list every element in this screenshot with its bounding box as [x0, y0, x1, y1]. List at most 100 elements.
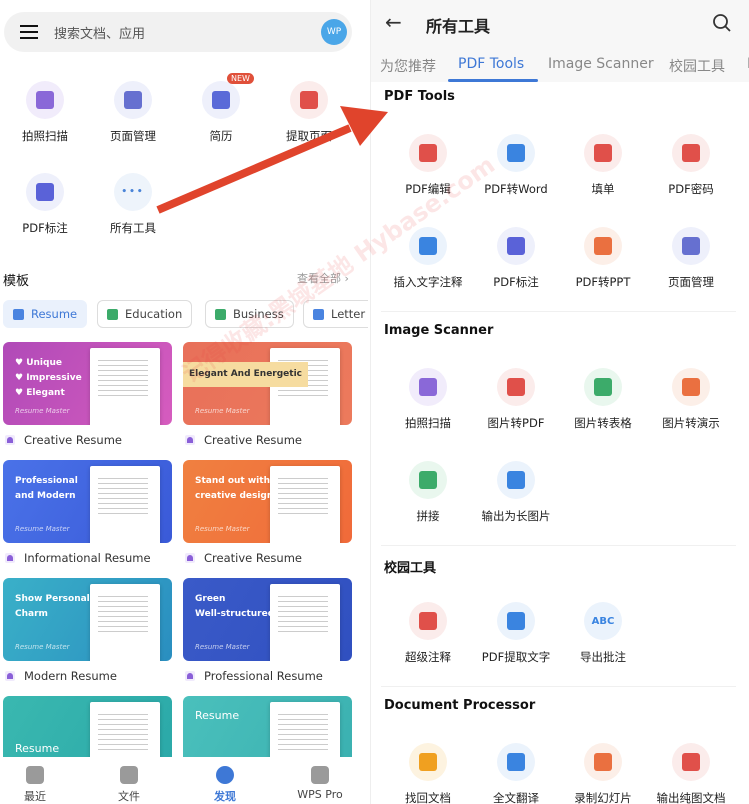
- template-title-text: Creative Resume: [204, 551, 302, 565]
- template-card[interactable]: Elegant And Energetic Resume Master: [183, 342, 352, 425]
- chip-resume[interactable]: Resume: [3, 300, 88, 328]
- pdf-edit-icon: [409, 134, 447, 172]
- tool-pdf-edit[interactable]: PDF编辑: [384, 134, 472, 197]
- chip-label: Letter: [331, 307, 366, 321]
- resume-icon: [202, 81, 240, 119]
- tool-image-to-pdf[interactable]: 图片转PDF: [472, 368, 560, 431]
- template-title[interactable]: Professional Resume: [185, 669, 323, 683]
- extract-page-icon: [290, 81, 328, 119]
- search-bar[interactable]: 搜索文档、应用 WP: [4, 12, 352, 52]
- tool-image-to-ppt[interactable]: 图片转演示: [647, 368, 735, 431]
- person-icon: [185, 435, 195, 445]
- template-card[interactable]: ♥ Unique ♥ Impressive ♥ Elegant Resume Ma…: [3, 342, 172, 425]
- tab-1[interactable]: PDF Tools: [458, 56, 524, 72]
- tool-pdf-annotate[interactable]: PDF标注: [1, 173, 89, 236]
- template-card[interactable]: Green Well-structured Resume Master: [183, 578, 352, 661]
- template-title[interactable]: Creative Resume: [5, 433, 122, 447]
- card-brand: Resume Master: [195, 643, 250, 651]
- tab-3[interactable]: 校园工具: [669, 56, 725, 76]
- tool-scan[interactable]: 拍照扫描: [384, 368, 472, 431]
- nav-recent[interactable]: 最近: [0, 757, 70, 804]
- tool-fill-form[interactable]: 填单: [559, 134, 647, 197]
- tool-stitch[interactable]: 拼接: [384, 461, 472, 524]
- tool-extract-page[interactable]: 提取页面: [265, 81, 353, 144]
- page-manage-icon: [114, 81, 152, 119]
- card-headline: Resume: [195, 709, 240, 722]
- chip-label: Education: [125, 307, 183, 321]
- tool-scan[interactable]: 拍照扫描: [1, 81, 89, 144]
- pdf-to-ppt-icon: [584, 227, 622, 265]
- image-to-ppt-icon: [672, 368, 710, 406]
- tool-label: PDF转Word: [484, 182, 548, 196]
- translate-icon: [497, 743, 535, 781]
- tool-pdf-to-ppt[interactable]: PDF转PPT: [559, 227, 647, 290]
- tool-page-manage[interactable]: 页面管理: [89, 81, 177, 144]
- template-title[interactable]: Creative Resume: [185, 551, 302, 565]
- template-title[interactable]: Informational Resume: [5, 551, 151, 565]
- tool-label: 简历: [209, 129, 233, 143]
- template-card[interactable]: Show Personal Charm Resume Master: [3, 578, 172, 661]
- tool-label: 找回文档: [405, 791, 451, 804]
- card-headline: Stand out with creative design: [195, 476, 274, 501]
- tool-label: 导出批注: [580, 650, 626, 664]
- tool-label: PDF编辑: [405, 182, 451, 196]
- discover-screen: 搜索文档、应用 WP 拍照扫描 页面管理 NEW 简历 提取页面 PDF标注 ••• 所有工具…: [0, 0, 368, 804]
- tool-label: 拼接: [416, 509, 440, 523]
- pdf-annotate-icon: [26, 173, 64, 211]
- tool-pdf-extract-text[interactable]: PDF提取文字: [472, 602, 560, 665]
- card-brand: Resume Master: [15, 643, 70, 651]
- templates-title: 模板: [3, 274, 30, 289]
- section-title: PDF Tools: [384, 89, 455, 104]
- tool-label: 录制幻灯片: [574, 791, 632, 804]
- tool-image-doc[interactable]: 输出纯图文档: [647, 743, 735, 804]
- tool-label: PDF标注: [493, 275, 539, 289]
- tool-recover-doc[interactable]: 找回文档: [384, 743, 472, 804]
- nav-label: WPS Pro: [297, 788, 343, 801]
- tool-record-slides[interactable]: 录制幻灯片: [559, 743, 647, 804]
- back-arrow-icon[interactable]: ←: [385, 10, 402, 34]
- menu-icon[interactable]: [20, 25, 38, 39]
- search-input[interactable]: 搜索文档、应用: [54, 23, 145, 42]
- card-headline: Green Well-structured: [195, 594, 275, 619]
- page-title: 所有工具: [426, 17, 491, 36]
- tool-label: 全文翻译: [493, 791, 539, 804]
- chip-icon: [107, 308, 118, 320]
- tool-lock[interactable]: PDF密码: [647, 134, 735, 197]
- text-annotate-icon: [409, 227, 447, 265]
- template-card[interactable]: Stand out with creative design Resume Mas…: [183, 460, 352, 543]
- chip-education[interactable]: Education: [97, 300, 193, 328]
- page-manage-icon: [672, 227, 710, 265]
- avatar[interactable]: WP: [321, 19, 347, 45]
- tool-pdf-to-word[interactable]: PDF转Word: [472, 134, 560, 197]
- tool-translate[interactable]: 全文翻译: [472, 743, 560, 804]
- recent-icon: [26, 766, 44, 784]
- search-icon[interactable]: [712, 13, 732, 33]
- chip-letter[interactable]: Letter: [303, 300, 368, 328]
- template-title[interactable]: Creative Resume: [185, 433, 302, 447]
- person-icon: [5, 671, 15, 681]
- record-slides-icon: [584, 743, 622, 781]
- chip-label: Resume: [31, 307, 78, 321]
- tool-pdf-annotate[interactable]: PDF标注: [472, 227, 560, 290]
- chip-business[interactable]: Business: [205, 300, 294, 328]
- view-all-link[interactable]: 查看全部 ›: [297, 270, 349, 286]
- tab-2[interactable]: Image Scanner: [548, 56, 654, 72]
- tab-0[interactable]: 为您推荐: [380, 56, 436, 76]
- tool-more[interactable]: ••• 所有工具: [89, 173, 177, 236]
- template-title[interactable]: Modern Resume: [5, 669, 117, 683]
- nav-discover[interactable]: 发现: [190, 757, 260, 804]
- image-to-sheet-icon: [584, 368, 622, 406]
- new-badge: NEW: [227, 73, 254, 84]
- template-card[interactable]: Professional and Modern Resume Master: [3, 460, 172, 543]
- nav-wps-pro[interactable]: WPS Pro: [285, 757, 355, 801]
- tool-resume[interactable]: NEW 简历: [177, 73, 265, 144]
- tool-super-annotate[interactable]: 超级注释: [384, 602, 472, 665]
- tool-page-manage[interactable]: 页面管理: [647, 227, 735, 290]
- tool-image-to-sheet[interactable]: 图片转表格: [559, 368, 647, 431]
- template-title-text: Creative Resume: [204, 433, 302, 447]
- nav-files[interactable]: 文件: [94, 757, 164, 804]
- tool-export-comments[interactable]: ABC 导出批注: [559, 602, 647, 665]
- tool-long-image[interactable]: 输出为长图片: [472, 461, 560, 524]
- card-headline: Elegant And Energetic: [183, 362, 309, 387]
- tool-text-annotate[interactable]: 插入文字注释: [384, 227, 472, 290]
